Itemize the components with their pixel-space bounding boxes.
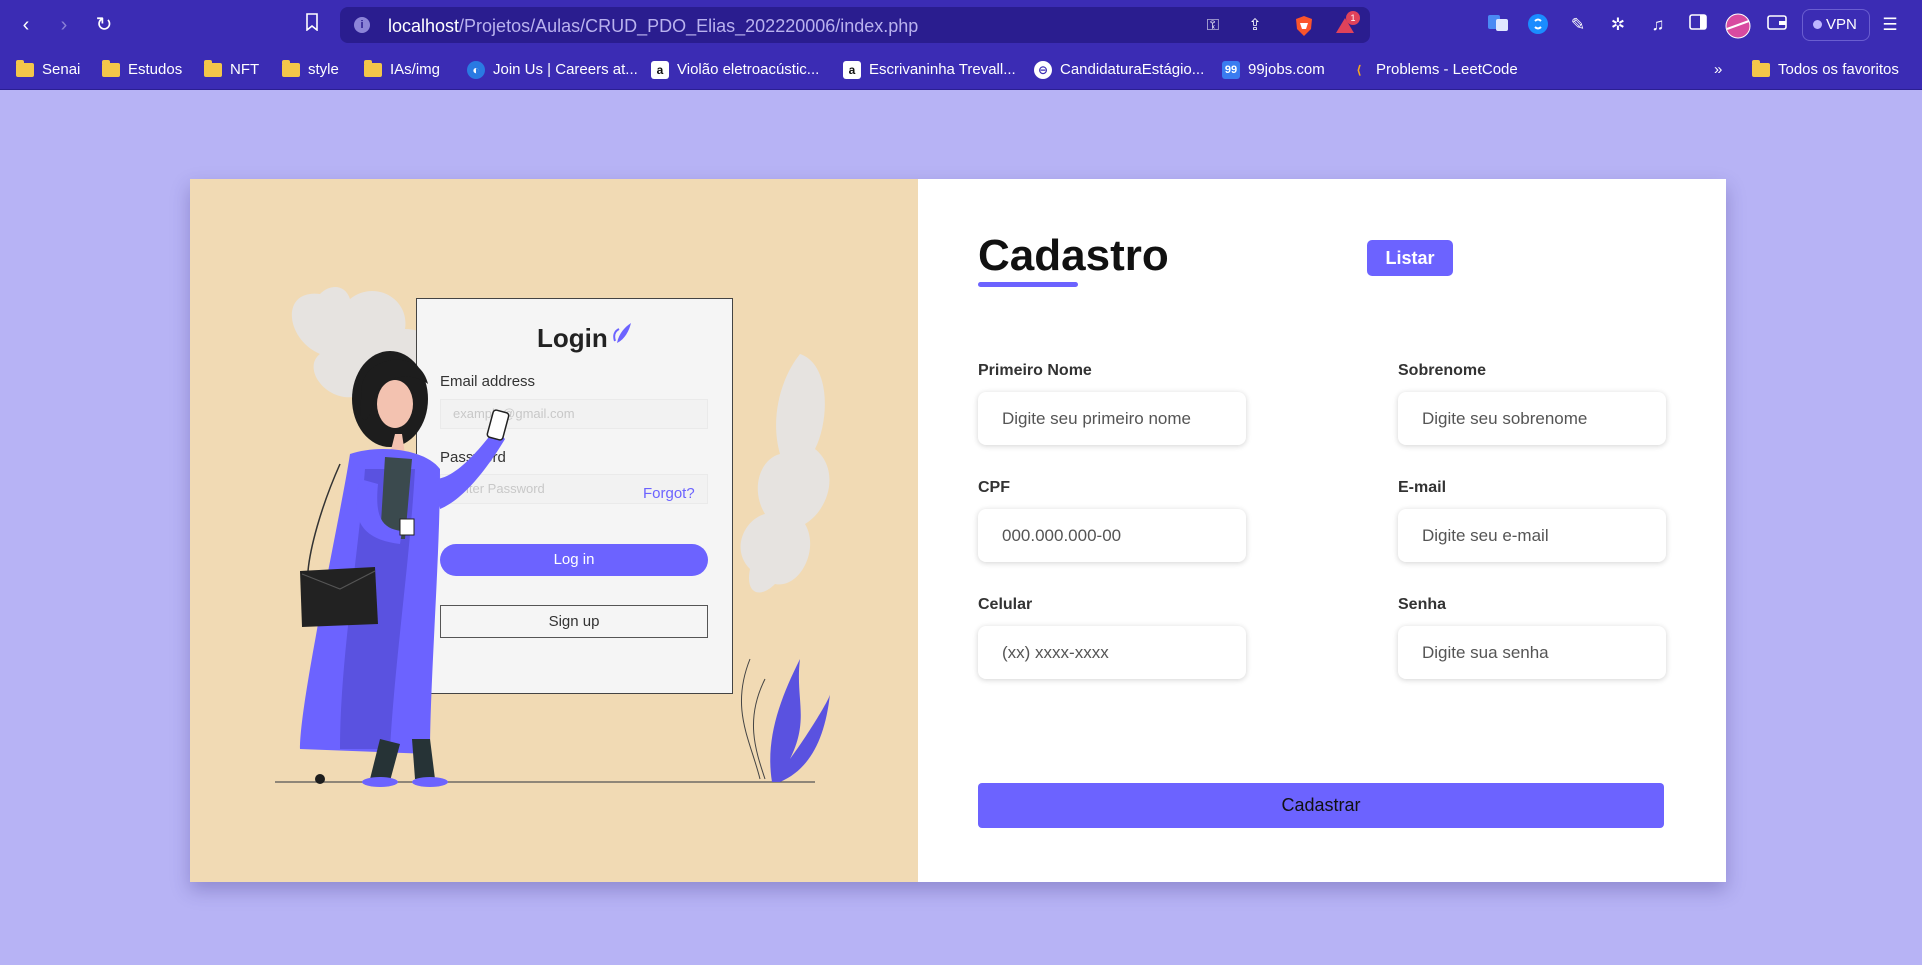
bookmark-label: Violão eletroacústic... [677, 61, 820, 78]
url-text[interactable]: localhost/Projetos/Aulas/CRUD_PDO_Elias_… [388, 16, 918, 37]
bookmark-join-us[interactable]: ◐ Join Us | Careers at... [467, 59, 638, 81]
brave-rewards-icon[interactable]: 1 [1334, 11, 1360, 37]
more-bookmarks-icon[interactable]: » [1714, 59, 1722, 81]
wallet-icon[interactable] [1765, 13, 1789, 37]
last-name-label: Sobrenome [1398, 362, 1487, 379]
form-icon: ⊖ [1034, 61, 1052, 79]
bookmark-label: Todos os favoritos [1778, 61, 1899, 78]
translate-icon[interactable] [1486, 13, 1510, 37]
password-label: Senha [1398, 596, 1447, 613]
bookmark-estudos[interactable]: Estudos [102, 59, 182, 81]
list-button[interactable]: Listar [1367, 240, 1453, 276]
email-label: E-mail [1398, 479, 1447, 496]
woman-figure [300, 351, 510, 787]
bookmark-label: CandidaturaEstágio... [1060, 61, 1205, 78]
folder-icon [204, 60, 222, 77]
address-bar[interactable]: i localhost/Projetos/Aulas/CRUD_PDO_Elia… [340, 7, 1370, 43]
bookmark-violao[interactable]: a Violão eletroacústic... [651, 59, 819, 81]
site-info-icon[interactable]: i [354, 17, 370, 33]
extensions-icon[interactable]: ✲ [1606, 13, 1630, 37]
eyedropper-icon[interactable]: ✎ [1566, 13, 1590, 37]
reload-icon[interactable]: ↻ [92, 13, 116, 37]
vpn-label: VPN [1826, 16, 1857, 33]
register-submit-button[interactable]: Cadastrar [978, 783, 1664, 828]
forward-icon[interactable]: › [52, 13, 76, 37]
cpf-input[interactable]: 000.000.000-00 [978, 509, 1246, 562]
bookmark-senai[interactable]: Senai [16, 59, 80, 81]
key-icon[interactable]: ⚿ [1202, 15, 1224, 37]
bookmark-label: style [308, 61, 339, 78]
bookmark-ias-img[interactable]: IAs/img [364, 59, 440, 81]
bookmark-label: Estudos [128, 61, 183, 78]
globe-icon: ◐ [467, 61, 485, 79]
cpf-label: CPF [978, 479, 1010, 496]
brave-shield-icon[interactable] [1293, 15, 1315, 37]
bookmark-leetcode[interactable]: ⟨ Problems - LeetCode [1350, 59, 1518, 81]
vpn-button[interactable]: VPN [1802, 9, 1870, 41]
register-form: Cadastro Listar Primeiro Nome Digite seu… [918, 179, 1726, 882]
title-underline [978, 282, 1078, 287]
bookmark-label: NFT [230, 61, 260, 78]
phone-label: Celular [978, 596, 1033, 613]
folder-icon [16, 60, 34, 77]
sidebar-icon[interactable] [1686, 13, 1710, 37]
last-name-input[interactable]: Digite seu sobrenome [1398, 392, 1666, 445]
shazam-icon[interactable] [1526, 13, 1550, 37]
profile-avatar-icon[interactable] [1725, 13, 1751, 39]
email-input[interactable]: Digite seu e-mail [1398, 509, 1666, 562]
vpn-status-icon [1813, 20, 1822, 29]
page-title: Cadastro [978, 231, 1169, 280]
bookmark-99jobs[interactable]: 99 99jobs.com [1222, 59, 1325, 81]
back-icon[interactable]: ‹ [14, 13, 38, 37]
first-name-input[interactable]: Digite seu primeiro nome [978, 392, 1246, 445]
register-card: Login Email address example@gmail.com Pa… [190, 179, 1726, 882]
amazon-icon: a [651, 61, 669, 79]
bookmark-label: 99jobs.com [1248, 61, 1325, 78]
folder-icon [282, 60, 300, 77]
illustration-panel: Login Email address example@gmail.com Pa… [190, 179, 918, 882]
folder-icon [364, 60, 382, 77]
menu-icon[interactable]: ☰ [1878, 13, 1902, 37]
phone-input[interactable]: (xx) xxxx-xxxx [978, 626, 1246, 679]
bookmarks-bar: Senai Estudos NFT style IAs/img ◐ Join Us… [0, 50, 1922, 90]
share-icon[interactable]: ⇪ [1244, 15, 1266, 37]
amazon-icon: a [843, 61, 861, 79]
bookmark-page-icon[interactable] [300, 13, 324, 37]
bookmark-label: Join Us | Careers at... [493, 61, 638, 78]
bookmark-all-favorites[interactable]: Todos os favoritos [1752, 59, 1899, 81]
bookmark-style[interactable]: style [282, 59, 339, 81]
bookmark-label: Senai [42, 61, 81, 78]
leetcode-icon: ⟨ [1356, 63, 1362, 77]
folder-icon [102, 60, 120, 77]
url-path: /Projetos/Aulas/CRUD_PDO_Elias_202220006… [459, 16, 919, 36]
bookmark-label: Escrivaninha Trevall... [869, 61, 1016, 78]
99jobs-icon: 99 [1222, 61, 1240, 79]
bookmark-escrivaninha[interactable]: a Escrivaninha Trevall... [843, 59, 1016, 81]
password-input[interactable]: Digite sua senha [1398, 626, 1666, 679]
first-name-label: Primeiro Nome [978, 362, 1092, 379]
folder-icon [1752, 60, 1770, 77]
media-icon[interactable]: ♫ [1646, 13, 1670, 37]
bookmark-nft[interactable]: NFT [204, 59, 259, 81]
bookmark-candidatura[interactable]: ⊖ CandidaturaEstágio... [1034, 59, 1204, 81]
browser-toolbar: ‹ › ↻ i localhost/Projetos/Aulas/CRUD_PD… [0, 0, 1922, 50]
rewards-badge: 1 [1346, 11, 1360, 25]
url-host: localhost [388, 16, 460, 36]
bookmark-label: Problems - LeetCode [1376, 61, 1518, 78]
bookmark-label: IAs/img [390, 61, 441, 78]
